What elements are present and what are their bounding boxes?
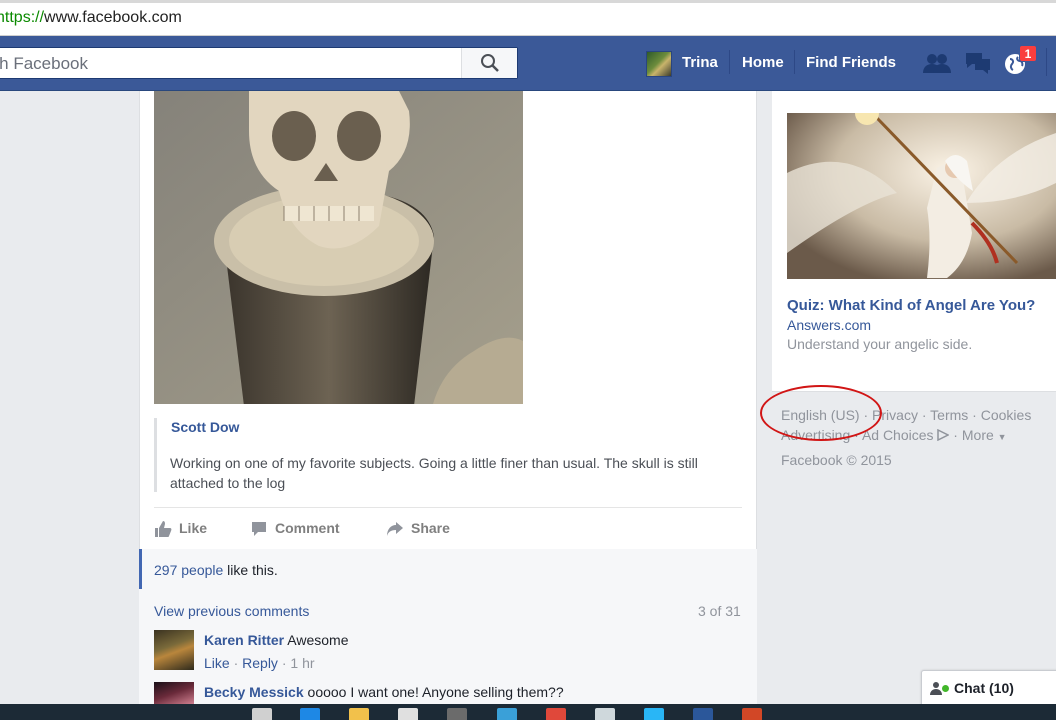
share-label: Share xyxy=(411,520,450,536)
footer-ad-choices[interactable]: Ad Choices xyxy=(861,427,951,443)
footer-ad-choices-label: Ad Choices xyxy=(861,427,934,443)
taskbar-word-icon[interactable] xyxy=(693,708,713,720)
red-annotation-circle xyxy=(760,385,882,441)
taskbar-store-icon[interactable] xyxy=(398,708,418,720)
nav-separator xyxy=(1046,48,1047,76)
view-previous-comments-link[interactable]: View previous comments xyxy=(154,603,309,619)
taskbar-task-view-icon[interactable] xyxy=(252,708,272,720)
url-host: www.facebook.com xyxy=(44,9,182,26)
comment-author[interactable]: Becky Messick xyxy=(204,684,304,700)
comment-author[interactable]: Karen Ritter xyxy=(204,632,284,648)
comment-avatar-becky[interactable] xyxy=(154,682,194,704)
footer-more[interactable]: More ▼ xyxy=(962,427,1007,443)
likes-suffix: like this. xyxy=(223,562,278,578)
messages-icon[interactable] xyxy=(963,49,993,77)
comment-avatar-karen[interactable] xyxy=(154,630,194,670)
likes-summary: 297 people like this. xyxy=(139,549,757,589)
taskbar-powerpoint-icon[interactable] xyxy=(742,708,762,720)
comments-count: 3 of 31 xyxy=(698,603,741,619)
likes-people-link[interactable]: 297 people xyxy=(154,562,223,578)
comment-text: Awesome xyxy=(284,632,349,648)
ad-source[interactable]: Answers.com xyxy=(787,317,871,333)
angel-illustration xyxy=(787,113,1056,279)
person-icon xyxy=(930,682,942,695)
ad-choices-icon xyxy=(937,428,951,442)
friend-requests-icon[interactable] xyxy=(922,49,952,77)
nav-separator xyxy=(794,50,795,74)
quote-text: Working on one of my favorite subjects. … xyxy=(170,455,698,491)
share-button[interactable]: Share xyxy=(387,520,450,536)
search-icon xyxy=(481,54,499,72)
like-label: Like xyxy=(179,520,208,536)
thumbs-up-icon xyxy=(155,521,172,537)
search-button[interactable] xyxy=(461,48,517,78)
browser-tab-strip-edge xyxy=(0,0,1056,3)
comment-time: 1 hr xyxy=(290,655,315,671)
nav-home[interactable]: Home xyxy=(742,54,784,71)
facebook-top-bar: rch Facebook xyxy=(0,36,1056,91)
footer-cookies[interactable]: Cookies xyxy=(981,407,1032,423)
user-avatar[interactable] xyxy=(646,51,672,77)
taskbar-browser-icon[interactable] xyxy=(300,708,320,720)
taskbar-file-explorer-icon[interactable] xyxy=(349,708,369,720)
taskbar-app-icon[interactable] xyxy=(447,708,467,720)
comment-becky: Becky Messick ooooo I want one! Anyone s… xyxy=(204,684,564,700)
taskbar-skype-icon[interactable] xyxy=(644,708,664,720)
ad-title[interactable]: Quiz: What Kind of Angel Are You? xyxy=(787,297,1035,314)
comment-reply-link[interactable]: Reply xyxy=(242,655,278,671)
comment-meta: Like · Reply · 1 hr xyxy=(204,655,315,671)
address-url[interactable]: https://www.facebook.com xyxy=(0,9,182,27)
os-taskbar xyxy=(0,704,1056,720)
search-box[interactable]: rch Facebook xyxy=(0,47,518,79)
online-status-dot xyxy=(942,685,949,692)
browser-address-bar[interactable]: https://www.facebook.com xyxy=(0,0,1056,36)
footer-more-label: More xyxy=(961,427,994,443)
comment-karen: Karen Ritter Awesome xyxy=(204,632,348,648)
comment-button[interactable]: Comment xyxy=(252,520,340,536)
nav-find-friends[interactable]: Find Friends xyxy=(806,54,896,71)
shared-post-quote: Scott Dow Working on one of my favorite … xyxy=(154,418,734,492)
url-protocol: https:// xyxy=(0,9,45,26)
quote-author[interactable]: Scott Dow xyxy=(171,419,239,435)
skull-log-image xyxy=(154,91,523,404)
ad-image-angel[interactable] xyxy=(787,113,1056,279)
taskbar-chrome-icon[interactable] xyxy=(546,708,566,720)
taskbar-app-icon[interactable] xyxy=(595,708,615,720)
search-input[interactable]: rch Facebook xyxy=(0,54,149,74)
comment-text: ooooo I want one! Anyone selling them?? xyxy=(303,684,564,700)
ad-description: Understand your angelic side. xyxy=(787,336,973,352)
post-photo-skull-carving[interactable] xyxy=(154,91,523,404)
chat-label: Chat (10) xyxy=(954,680,1014,696)
chat-sidebar-button[interactable]: Chat (10) xyxy=(921,670,1056,706)
share-arrow-icon xyxy=(387,522,403,536)
footer-copyright: Facebook © 2015 xyxy=(781,452,892,468)
caret-down-icon: ▼ xyxy=(997,432,1007,442)
taskbar-app-icon[interactable] xyxy=(497,708,517,720)
notification-badge: 1 xyxy=(1019,45,1037,62)
divider xyxy=(154,507,742,508)
nav-profile-trina[interactable]: Trina xyxy=(682,54,718,71)
nav-separator xyxy=(729,50,730,74)
like-button[interactable]: Like xyxy=(155,520,208,537)
footer-terms[interactable]: Terms xyxy=(930,407,968,423)
comment-like-link[interactable]: Like xyxy=(204,655,230,671)
comment-label: Comment xyxy=(275,520,340,536)
comment-icon xyxy=(252,522,266,536)
